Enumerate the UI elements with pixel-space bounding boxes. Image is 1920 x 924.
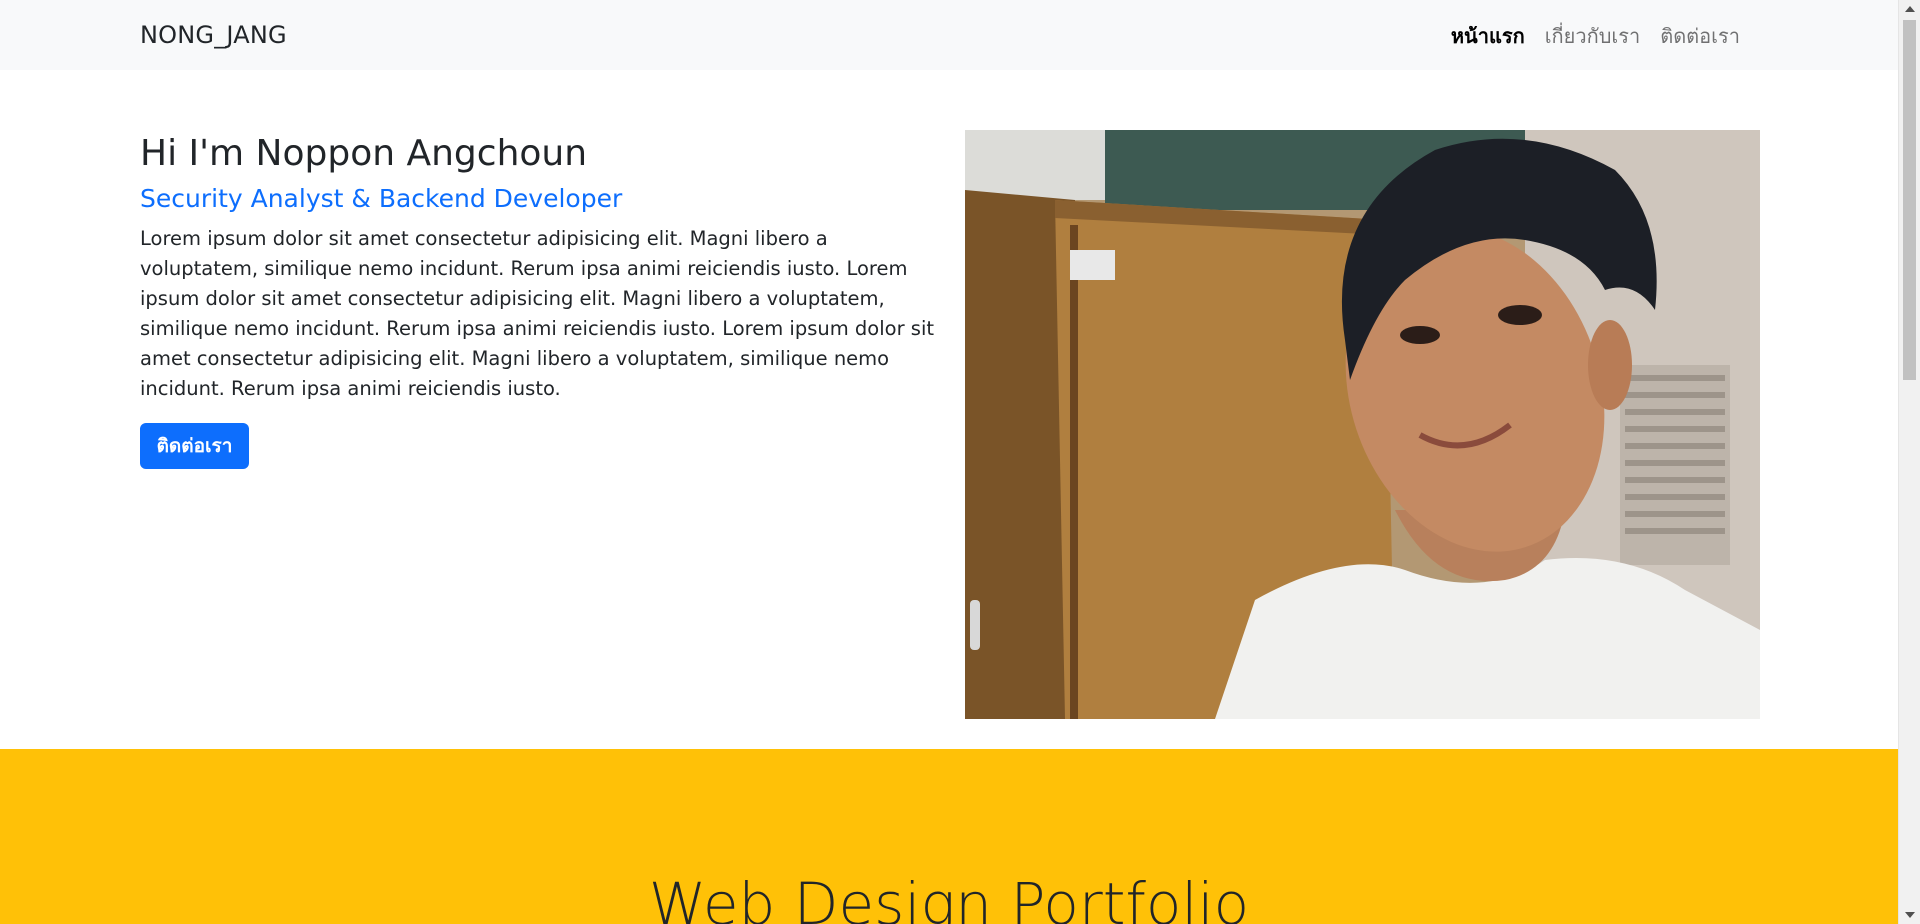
scrollbar-thumb[interactable] [1903,20,1916,380]
portfolio-section: Web Design Portfolio [0,749,1898,924]
navbar: NONG_JANG หน้าแรก เกี่ยวกับเรา ติดต่อเรา [0,0,1898,70]
hero-subtitle: Security Analyst & Backend Developer [140,184,623,213]
page: NONG_JANG หน้าแรก เกี่ยวกับเรา ติดต่อเรา… [0,0,1920,924]
page-scrollbar[interactable] [1898,0,1920,924]
hero-description: Lorem ipsum dolor sit amet consectetur a… [140,227,935,400]
scroll-up-icon[interactable] [1905,6,1915,12]
portfolio-title: Web Design Portfolio [648,870,1250,924]
nav-link-contact[interactable]: ติดต่อเรา [1650,22,1750,50]
nav-links: หน้าแรก เกี่ยวกับเรา ติดต่อเรา [1441,22,1750,50]
nav-link-home[interactable]: หน้าแรก [1441,22,1535,50]
contact-button[interactable]: ติดต่อเรา [140,423,249,469]
hero-title: Hi I'm Noppon Angchoun [140,133,588,174]
brand-logo-link[interactable]: NONG_JANG [140,19,287,51]
scroll-down-icon[interactable] [1905,912,1915,918]
nav-link-about[interactable]: เกี่ยวกับเรา [1535,22,1651,50]
page-content: NONG_JANG หน้าแรก เกี่ยวกับเรา ติดต่อเรา… [0,0,1898,924]
profile-photo [965,130,1760,719]
